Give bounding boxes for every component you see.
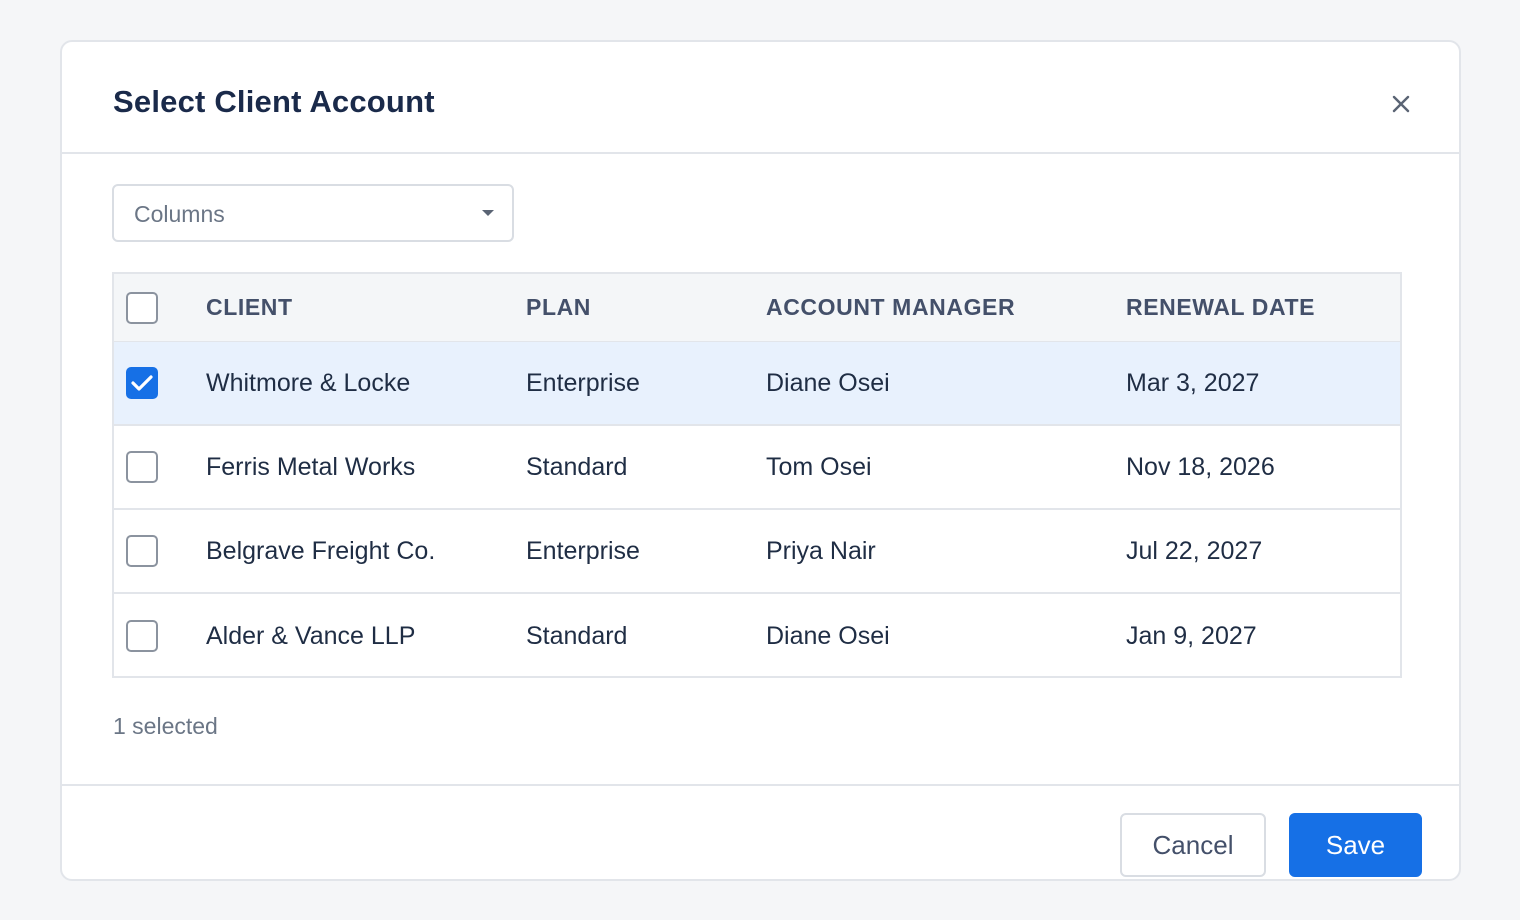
plan-cell: Standard [526, 621, 628, 650]
table-row[interactable]: Whitmore & Locke Enterprise Diane Osei Mar … [114, 342, 1400, 426]
caret-down-icon [482, 210, 494, 216]
column-header-client[interactable]: CLIENT [206, 274, 293, 341]
account-manager-cell: Tom Osei [766, 452, 872, 481]
plan-cell: Enterprise [526, 536, 640, 565]
close-button[interactable] [1384, 87, 1418, 121]
plan-cell: Enterprise [526, 368, 640, 397]
column-header-account-manager[interactable]: ACCOUNT MANAGER [766, 274, 1015, 341]
column-header-renewal-date[interactable]: RENEWAL DATE [1126, 274, 1315, 341]
columns-dropdown[interactable]: Columns [112, 184, 514, 242]
row-checkbox-cell [125, 426, 159, 508]
row-checkbox[interactable] [126, 451, 158, 483]
columns-dropdown-label: Columns [134, 201, 225, 227]
select-client-dialog: Select Client Account Columns CLIENT PLA… [60, 40, 1461, 881]
row-checkbox[interactable] [126, 535, 158, 567]
account-manager-cell: Diane Osei [766, 368, 890, 397]
save-button[interactable]: Save [1289, 813, 1422, 877]
row-checkbox-cell [125, 594, 159, 676]
row-checkbox-cell [125, 342, 159, 424]
table-header-row: CLIENT PLAN ACCOUNT MANAGER RENEWAL DATE [114, 274, 1400, 342]
renewal-date-cell: Mar 3, 2027 [1126, 368, 1260, 397]
cancel-button[interactable]: Cancel [1120, 813, 1266, 877]
client-cell: Whitmore & Locke [206, 368, 411, 397]
dialog-header: Select Client Account [62, 42, 1459, 154]
renewal-date-cell: Jan 9, 2027 [1126, 621, 1257, 650]
client-cell: Alder & Vance LLP [206, 621, 416, 650]
row-checkbox-cell [125, 510, 159, 592]
dialog-title: Select Client Account [113, 84, 435, 119]
client-cell: Belgrave Freight Co. [206, 536, 436, 565]
row-checkbox[interactable] [126, 367, 158, 399]
plan-cell: Standard [526, 452, 628, 481]
renewal-date-cell: Nov 18, 2026 [1126, 452, 1275, 481]
renewal-date-cell: Jul 22, 2027 [1126, 536, 1263, 565]
footer-divider [62, 784, 1459, 786]
close-icon [1392, 95, 1410, 113]
select-all-checkbox[interactable] [126, 291, 158, 324]
table-row[interactable]: Ferris Metal Works Standard Tom Osei Nov 18… [114, 426, 1400, 510]
client-cell: Ferris Metal Works [206, 452, 416, 481]
table-row[interactable]: Belgrave Freight Co. Enterprise Priya Nair… [114, 510, 1400, 594]
selection-count: 1 selected [113, 713, 218, 739]
account-manager-cell: Diane Osei [766, 621, 890, 650]
table-row[interactable]: Alder & Vance LLP Standard Diane Osei Jan 9… [114, 594, 1400, 676]
client-table: CLIENT PLAN ACCOUNT MANAGER RENEWAL DATE… [112, 272, 1402, 678]
row-checkbox[interactable] [126, 620, 158, 652]
checkmark-icon [131, 375, 153, 391]
column-header-plan[interactable]: PLAN [526, 274, 591, 341]
header-checkbox-cell [125, 274, 159, 341]
account-manager-cell: Priya Nair [766, 536, 876, 565]
